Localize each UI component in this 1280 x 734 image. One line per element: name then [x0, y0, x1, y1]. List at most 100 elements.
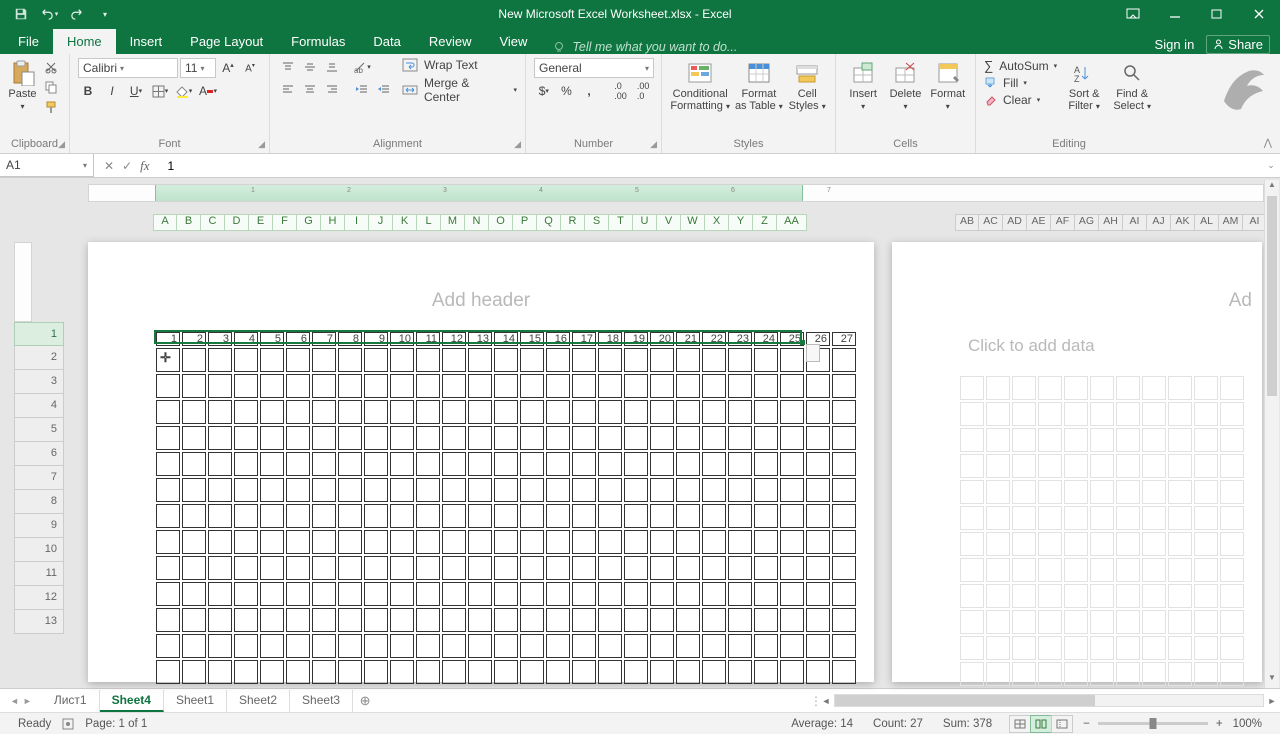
cell[interactable]: [182, 426, 206, 450]
cell[interactable]: [520, 608, 544, 632]
cell[interactable]: [832, 530, 856, 554]
cell[interactable]: [598, 452, 622, 476]
cell[interactable]: [234, 348, 258, 372]
cell[interactable]: [312, 556, 336, 580]
column-header[interactable]: AC: [979, 214, 1003, 231]
cell[interactable]: [442, 348, 466, 372]
cell[interactable]: [390, 426, 414, 450]
column-header[interactable]: AG: [1075, 214, 1099, 231]
cell[interactable]: [546, 530, 570, 554]
cell[interactable]: [598, 530, 622, 554]
cell[interactable]: [312, 582, 336, 606]
save-icon[interactable]: [8, 2, 34, 26]
number-format-select[interactable]: General▾: [534, 58, 654, 78]
cell[interactable]: [624, 504, 648, 528]
cell[interactable]: [702, 634, 726, 658]
clear-button[interactable]: Clear▾: [984, 93, 1057, 107]
cell[interactable]: [312, 374, 336, 398]
cell[interactable]: [520, 374, 544, 398]
cell[interactable]: [234, 478, 258, 502]
vertical-scrollbar[interactable]: ▲ ▼: [1264, 180, 1279, 688]
cell[interactable]: [728, 582, 752, 606]
ribbon-display-options-icon[interactable]: [1112, 0, 1154, 28]
vertical-ruler[interactable]: [14, 242, 32, 322]
cell[interactable]: [442, 634, 466, 658]
cell[interactable]: [702, 504, 726, 528]
cell[interactable]: [260, 634, 284, 658]
cell[interactable]: [156, 530, 180, 554]
align-center-icon[interactable]: [300, 80, 320, 98]
cell[interactable]: [546, 374, 570, 398]
row-header[interactable]: 4: [14, 394, 64, 418]
cell[interactable]: [234, 374, 258, 398]
column-header[interactable]: L: [417, 214, 441, 231]
italic-button[interactable]: I: [102, 82, 122, 100]
cell[interactable]: [598, 426, 622, 450]
cell[interactable]: [676, 400, 700, 424]
cell[interactable]: [702, 556, 726, 580]
cell[interactable]: [338, 556, 362, 580]
cell[interactable]: [780, 530, 804, 554]
cell[interactable]: [390, 374, 414, 398]
sheet-nav-next-icon[interactable]: ►: [23, 696, 32, 706]
cell[interactable]: [208, 374, 232, 398]
cell[interactable]: [546, 478, 570, 502]
cell[interactable]: [208, 452, 232, 476]
cell[interactable]: [806, 608, 830, 632]
cell[interactable]: [468, 530, 492, 554]
horizontal-scrollbar[interactable]: ⋮ ◄ ►: [810, 694, 1280, 708]
cell[interactable]: [364, 478, 388, 502]
column-header[interactable]: M: [441, 214, 465, 231]
row-header[interactable]: 13: [14, 610, 64, 634]
column-header[interactable]: AH: [1099, 214, 1123, 231]
tab-formulas[interactable]: Formulas: [277, 29, 359, 54]
cell[interactable]: [468, 374, 492, 398]
cell[interactable]: [468, 452, 492, 476]
cell[interactable]: [286, 400, 310, 424]
sheet-nav-prev-icon[interactable]: ◄: [10, 696, 19, 706]
cell[interactable]: [624, 582, 648, 606]
align-left-icon[interactable]: [278, 80, 298, 98]
cell[interactable]: [442, 582, 466, 606]
cell[interactable]: [312, 608, 336, 632]
cell[interactable]: [442, 556, 466, 580]
cell[interactable]: [416, 348, 440, 372]
cell[interactable]: [546, 452, 570, 476]
cell[interactable]: [598, 504, 622, 528]
cell[interactable]: [520, 400, 544, 424]
close-button[interactable]: [1238, 0, 1280, 28]
tab-insert[interactable]: Insert: [116, 29, 177, 54]
cell[interactable]: [728, 530, 752, 554]
cell[interactable]: [780, 374, 804, 398]
cell[interactable]: [260, 400, 284, 424]
cut-icon[interactable]: [41, 58, 61, 76]
cell[interactable]: [624, 426, 648, 450]
cell[interactable]: [338, 582, 362, 606]
add-header-placeholder-2[interactable]: Ad: [1229, 290, 1252, 312]
cell[interactable]: [494, 400, 518, 424]
cell[interactable]: [650, 348, 674, 372]
column-header[interactable]: F: [273, 214, 297, 231]
cell[interactable]: [442, 660, 466, 684]
zoom-level[interactable]: 100%: [1233, 718, 1262, 730]
cell[interactable]: [572, 478, 596, 502]
cell[interactable]: [572, 556, 596, 580]
format-as-table-button[interactable]: Format as Table ▾: [734, 58, 783, 112]
cell[interactable]: [234, 660, 258, 684]
paste-button[interactable]: Paste▾: [8, 58, 37, 112]
cell[interactable]: [676, 660, 700, 684]
cell[interactable]: [598, 374, 622, 398]
cell[interactable]: [728, 660, 752, 684]
cell[interactable]: [182, 608, 206, 632]
cell[interactable]: [650, 400, 674, 424]
tell-me-search[interactable]: Tell me what you want to do...: [541, 40, 1154, 54]
cell[interactable]: [754, 660, 778, 684]
tab-review[interactable]: Review: [415, 29, 486, 54]
number-dialog-launcher-icon[interactable]: ◢: [650, 139, 657, 150]
cell[interactable]: [572, 348, 596, 372]
cell[interactable]: [676, 608, 700, 632]
cell[interactable]: [364, 452, 388, 476]
cell[interactable]: [338, 374, 362, 398]
cell[interactable]: [156, 504, 180, 528]
cell[interactable]: [182, 348, 206, 372]
